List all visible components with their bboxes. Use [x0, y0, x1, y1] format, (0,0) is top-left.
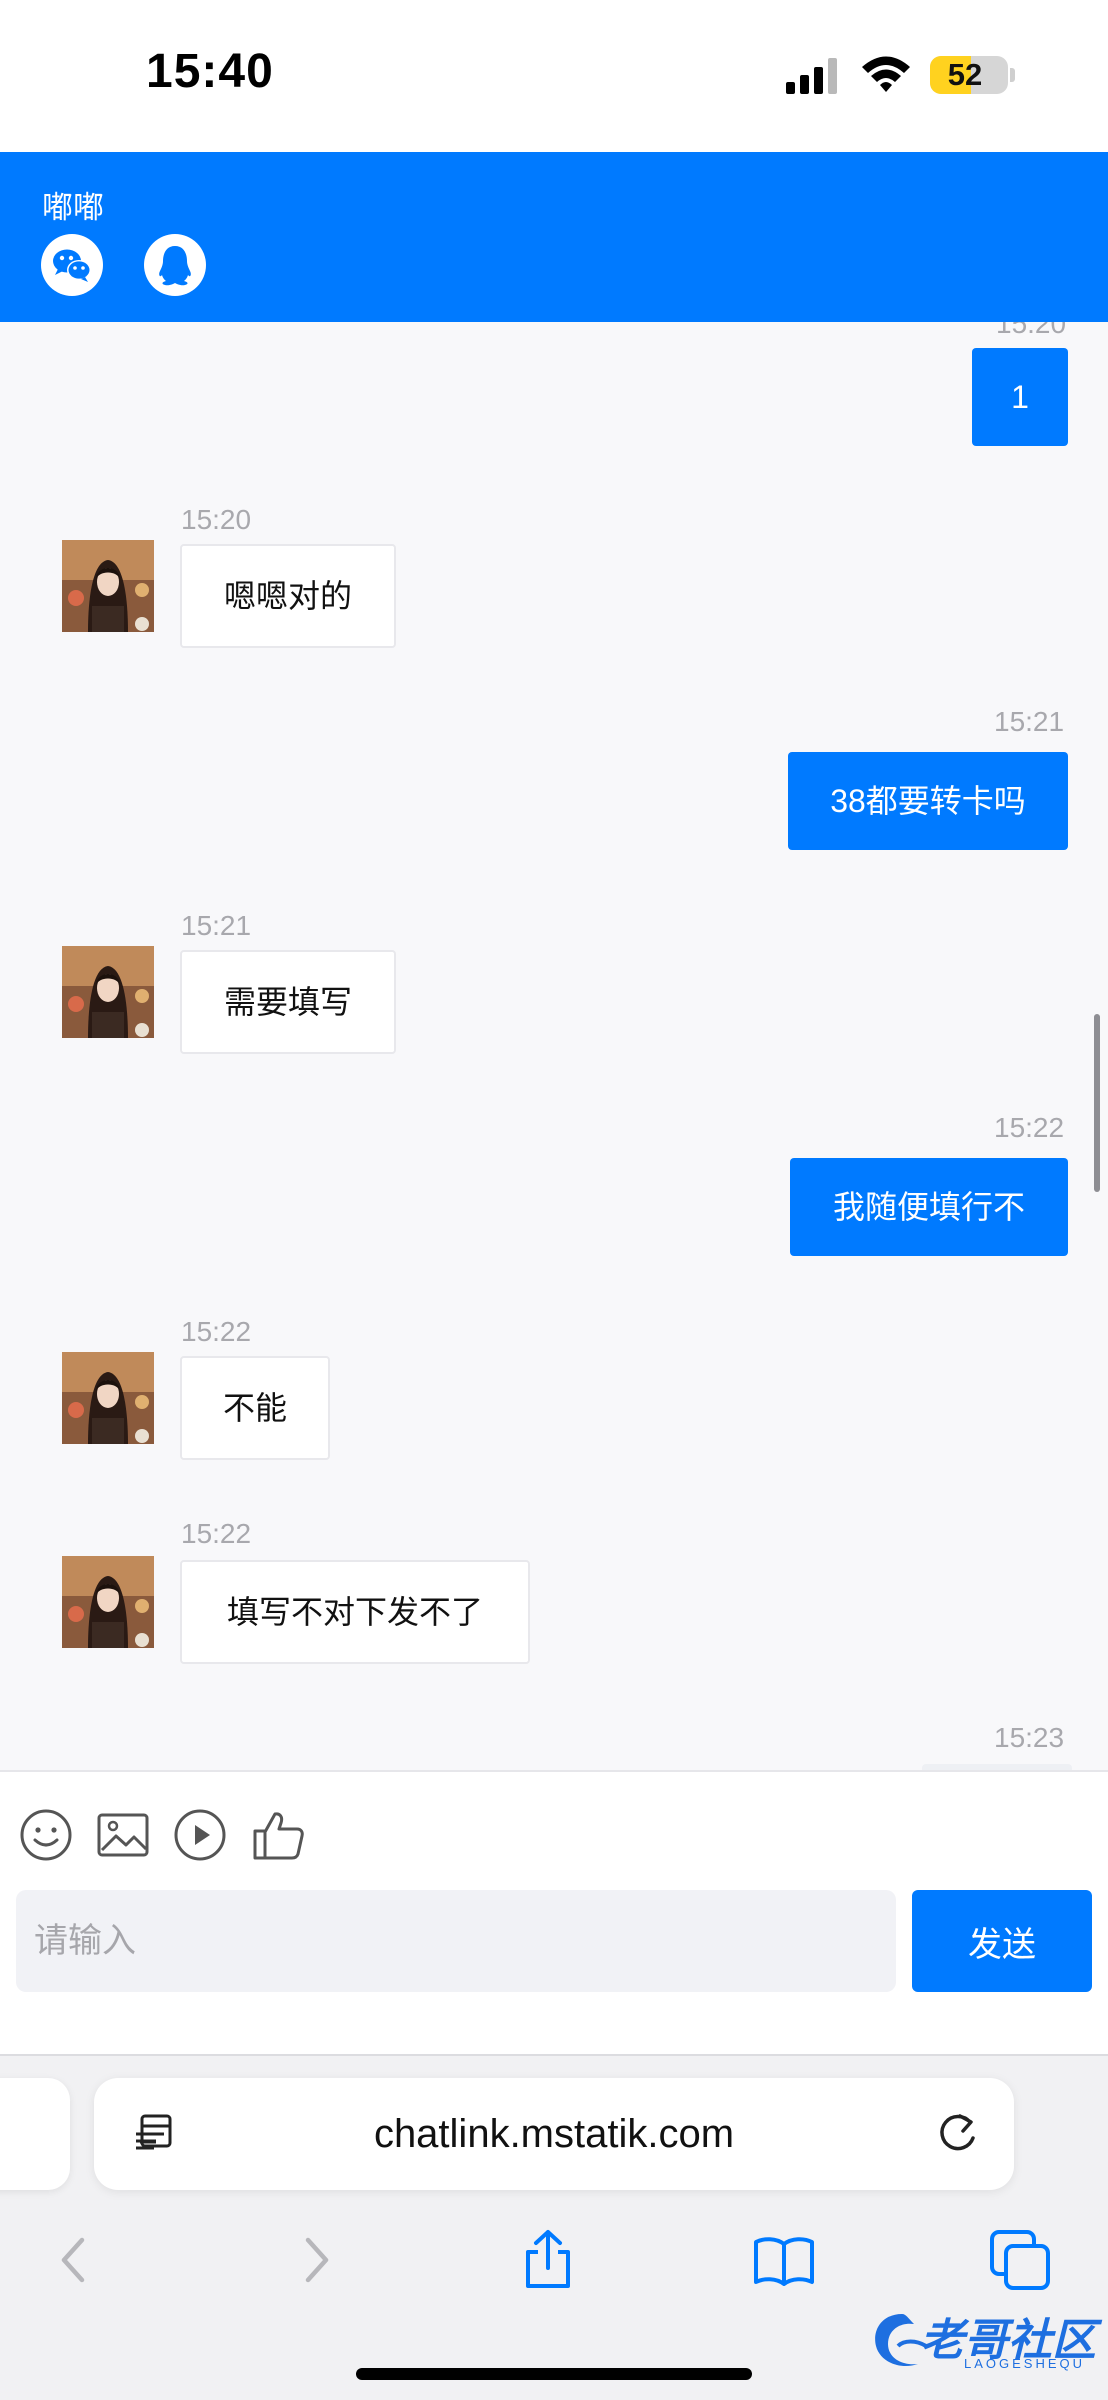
outgoing-message-bubble[interactable]: 38都要转卡吗: [788, 752, 1068, 850]
contact-avatar[interactable]: [62, 1352, 154, 1444]
chat-header: 嘟嘟: [0, 152, 1108, 322]
watermark-subtext: LAOGESHEQU: [964, 2356, 1086, 2371]
message-timestamp: 15:22: [994, 1112, 1065, 1143]
back-icon[interactable]: [42, 2228, 106, 2292]
video-icon[interactable]: [173, 1808, 227, 1862]
previous-tab-preview[interactable]: [0, 2078, 70, 2190]
battery-indicator: 52: [930, 56, 1008, 94]
message-timestamp: 15:21: [181, 910, 252, 941]
forward-icon[interactable]: [284, 2228, 348, 2292]
incoming-message-bubble[interactable]: 填写不对下发不了: [180, 1560, 530, 1664]
address-bar[interactable]: chatlink.mstatik.com: [94, 2078, 1014, 2190]
status-bar: 15:40 52: [0, 0, 1108, 152]
outgoing-message-bubble[interactable]: 我随便填行不: [790, 1158, 1068, 1256]
battery-nub: [1010, 68, 1015, 82]
chat-message-list[interactable]: 15:20 1 15:20 嗯嗯对的 15:21 38都要转卡吗 15:21 需…: [0, 322, 1108, 1770]
battery-level: 52: [947, 57, 983, 92]
contact-avatar[interactable]: [62, 946, 154, 1038]
message-composer: 发送: [0, 1770, 1108, 2054]
qq-icon[interactable]: [144, 234, 206, 296]
message-input[interactable]: [16, 1890, 896, 1992]
thumbs-up-icon[interactable]: [251, 1808, 305, 1862]
contact-name: 嘟嘟: [42, 190, 104, 225]
send-button[interactable]: 发送: [912, 1890, 1092, 1992]
url-text: chatlink.mstatik.com: [373, 2112, 735, 2156]
message-timestamp: 15:23: [994, 1722, 1065, 1753]
message-timestamp: 15:22: [181, 1316, 252, 1347]
cellular-signal-icon: [786, 58, 837, 94]
incoming-message-bubble[interactable]: 需要填写: [180, 950, 396, 1054]
share-icon[interactable]: [516, 2228, 580, 2292]
outgoing-message-bubble[interactable]: 1: [972, 348, 1068, 446]
contact-avatar[interactable]: [62, 540, 154, 632]
reload-icon[interactable]: [932, 2108, 982, 2158]
wechat-icon[interactable]: [41, 234, 103, 296]
watermark-logo: 老哥社区 LAOGESHEQU: [868, 2300, 1100, 2378]
message-timestamp: 15:20: [996, 322, 1067, 339]
home-indicator[interactable]: [356, 2368, 752, 2380]
scrollbar-thumb[interactable]: [1094, 1014, 1100, 1192]
incoming-message-bubble[interactable]: 嗯嗯对的: [180, 544, 396, 648]
message-timestamp: 15:21: [994, 706, 1065, 737]
contact-avatar[interactable]: [62, 1556, 154, 1648]
tabs-icon[interactable]: [988, 2228, 1052, 2292]
emoji-icon[interactable]: [19, 1808, 73, 1862]
incoming-message-bubble[interactable]: 不能: [180, 1356, 330, 1460]
message-timestamp: 15:22: [181, 1518, 252, 1549]
bookmarks-icon[interactable]: [752, 2228, 816, 2292]
wifi-icon: [862, 56, 910, 92]
status-time: 15:40: [146, 45, 274, 98]
message-timestamp: 15:20: [181, 504, 252, 535]
image-icon[interactable]: [96, 1808, 150, 1862]
